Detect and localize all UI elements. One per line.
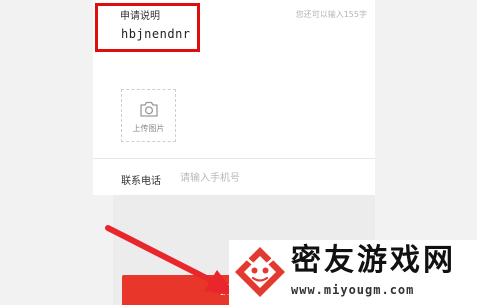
watermark-logo	[235, 247, 285, 297]
watermark-title: 密友游戏网	[291, 243, 456, 278]
watermark: 密友游戏网 www.miyougm.com	[229, 240, 477, 305]
watermark-url: www.miyougm.com	[291, 283, 415, 297]
